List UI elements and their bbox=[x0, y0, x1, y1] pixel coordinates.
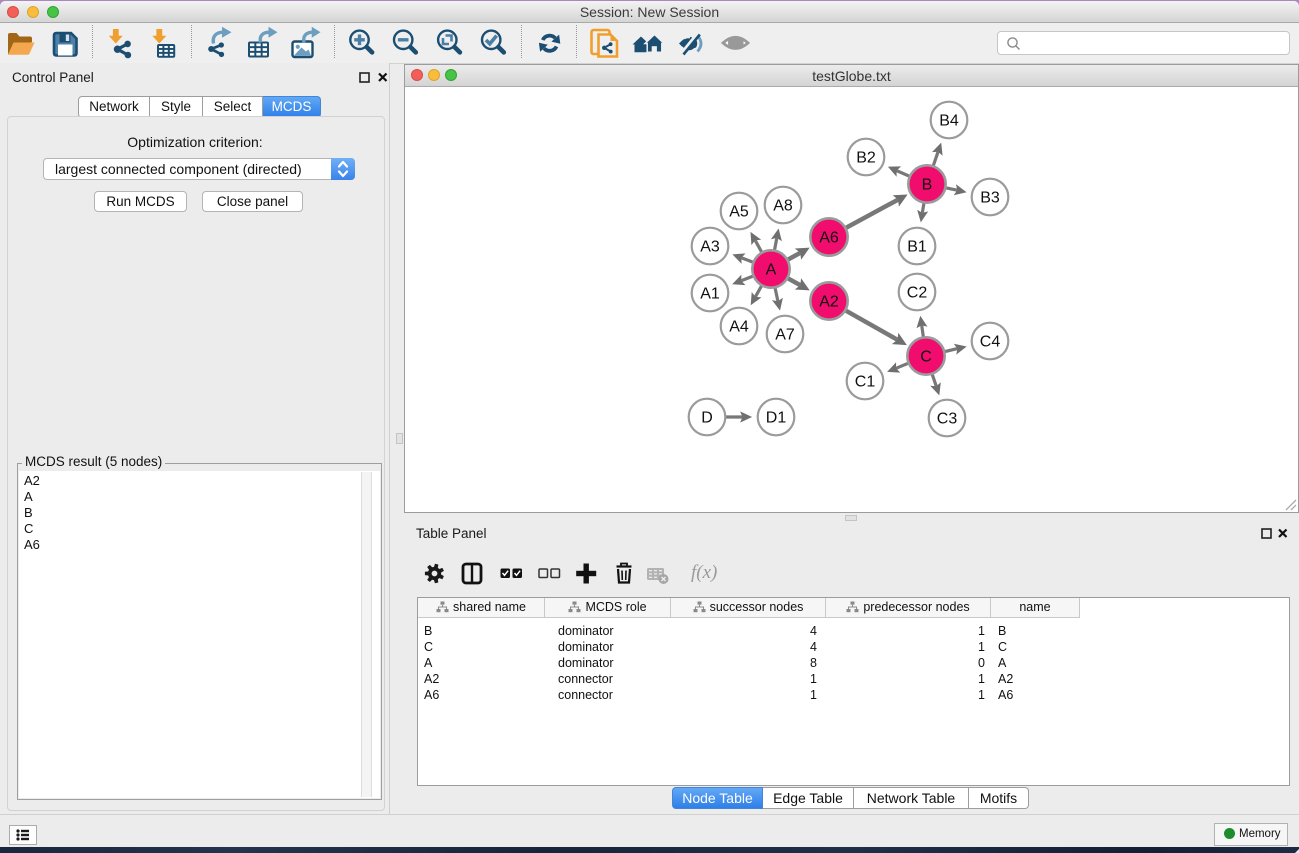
svg-text:B1: B1 bbox=[907, 239, 927, 256]
svg-text:A2: A2 bbox=[819, 294, 839, 311]
svg-text:A7: A7 bbox=[775, 327, 795, 344]
svg-text:C2: C2 bbox=[907, 285, 928, 302]
svg-text:A5: A5 bbox=[729, 204, 749, 221]
svg-text:A6: A6 bbox=[819, 230, 839, 247]
svg-text:A1: A1 bbox=[700, 286, 720, 303]
svg-text:A: A bbox=[766, 262, 777, 279]
svg-text:C: C bbox=[920, 349, 932, 366]
svg-text:A3: A3 bbox=[700, 239, 720, 256]
svg-text:C4: C4 bbox=[980, 334, 1001, 351]
svg-text:C1: C1 bbox=[855, 374, 876, 391]
svg-text:C3: C3 bbox=[937, 411, 958, 428]
svg-text:D1: D1 bbox=[766, 410, 787, 427]
svg-text:B3: B3 bbox=[980, 190, 1000, 207]
svg-text:A8: A8 bbox=[773, 198, 793, 215]
svg-text:B: B bbox=[922, 177, 933, 194]
svg-text:B2: B2 bbox=[856, 150, 876, 167]
svg-text:B4: B4 bbox=[939, 113, 959, 130]
svg-text:A4: A4 bbox=[729, 319, 749, 336]
svg-text:D: D bbox=[701, 410, 713, 427]
